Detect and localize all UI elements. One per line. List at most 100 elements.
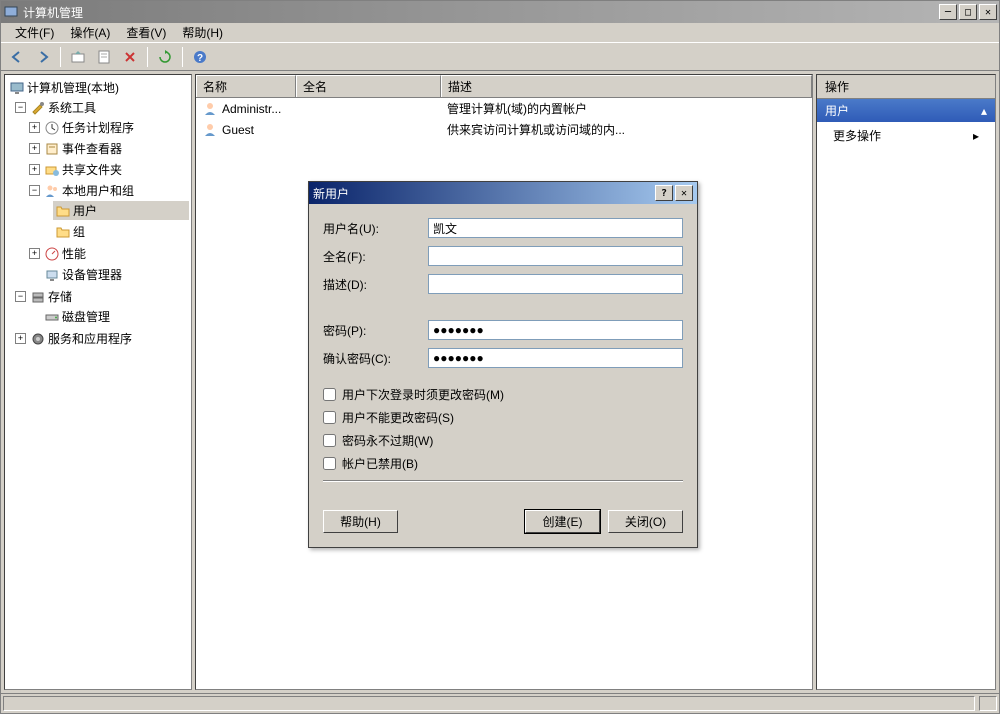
input-fullname[interactable] — [428, 246, 683, 266]
back-button[interactable] — [5, 45, 29, 69]
tree-label: 存储 — [48, 288, 72, 305]
actions-group-title[interactable]: 用户 ▴ — [817, 99, 995, 122]
share-icon — [44, 162, 60, 178]
tree-label: 共享文件夹 — [62, 161, 122, 178]
menu-action[interactable]: 操作(A) — [62, 22, 118, 43]
actions-more[interactable]: 更多操作 ▸ — [817, 122, 995, 149]
column-description[interactable]: 描述 — [441, 75, 812, 97]
disk-icon — [44, 309, 60, 325]
help-button[interactable]: 帮助(H) — [323, 510, 398, 533]
statusbar-section — [3, 696, 975, 711]
minimize-button[interactable]: ─ — [939, 4, 957, 20]
services-icon — [30, 331, 46, 347]
close-button[interactable]: ✕ — [979, 4, 997, 20]
tree-root[interactable]: 计算机管理(本地) — [7, 78, 189, 97]
tree-task-scheduler[interactable]: + 任务计划程序 — [27, 118, 189, 137]
tree-label: 磁盘管理 — [62, 308, 110, 325]
expand-icon[interactable]: + — [29, 248, 40, 259]
input-confirm[interactable] — [428, 348, 683, 368]
expand-icon[interactable]: + — [29, 164, 40, 175]
actions-group-label: 用户 — [825, 102, 849, 119]
up-button[interactable] — [66, 45, 90, 69]
new-user-dialog[interactable]: 新用户 ? ✕ 用户名(U): 全名(F): 描述(D): 密码(P): 确认密… — [308, 181, 698, 548]
folder-icon — [55, 203, 71, 219]
folder-icon — [55, 224, 71, 240]
check-disabled-row[interactable]: 帐户已禁用(B) — [323, 455, 683, 472]
tree-system-tools[interactable]: − 系统工具 — [13, 98, 189, 117]
tree-local-users-groups[interactable]: − 本地用户和组 — [27, 181, 189, 200]
dialog-buttons: 帮助(H) 创建(E) 关闭(O) — [309, 500, 697, 547]
tree-panel[interactable]: 计算机管理(本地) − 系统工具 + — [4, 74, 192, 690]
tree-performance[interactable]: + 性能 — [27, 244, 189, 263]
menu-file[interactable]: 文件(F) — [7, 22, 62, 43]
label-confirm: 确认密码(C): — [323, 350, 428, 367]
label-fullname: 全名(F): — [323, 248, 428, 265]
input-username[interactable] — [428, 218, 683, 238]
user-icon — [202, 101, 218, 117]
collapse-icon[interactable]: − — [15, 102, 26, 113]
collapse-icon[interactable]: − — [29, 185, 40, 196]
check-must-change[interactable] — [323, 388, 336, 401]
toolbar: ? — [1, 43, 999, 71]
list-header: 名称 全名 描述 — [196, 75, 812, 98]
tree-label: 计算机管理(本地) — [27, 79, 119, 96]
dialog-close-button[interactable]: ✕ — [675, 185, 693, 201]
check-never-expires-label: 密码永不过期(W) — [342, 432, 433, 449]
maximize-button[interactable]: □ — [959, 4, 977, 20]
actions-panel: 操作 用户 ▴ 更多操作 ▸ — [816, 74, 996, 690]
tree-label: 本地用户和组 — [62, 182, 134, 199]
clock-icon — [44, 120, 60, 136]
delete-button[interactable] — [118, 45, 142, 69]
tree-label: 性能 — [62, 245, 86, 262]
window-title: 计算机管理 — [23, 4, 939, 21]
input-description[interactable] — [428, 274, 683, 294]
computer-icon — [9, 80, 25, 96]
dialog-titlebar[interactable]: 新用户 ? ✕ — [309, 182, 697, 204]
expand-icon[interactable]: + — [29, 143, 40, 154]
check-must-change-label: 用户下次登录时须更改密码(M) — [342, 386, 504, 403]
check-must-change-row[interactable]: 用户下次登录时须更改密码(M) — [323, 386, 683, 403]
tree-device-manager[interactable]: 设备管理器 — [27, 265, 189, 284]
dialog-help-button[interactable]: ? — [655, 185, 673, 201]
window-controls: ─ □ ✕ — [939, 4, 997, 20]
check-never-expires-row[interactable]: 密码永不过期(W) — [323, 432, 683, 449]
check-cannot-change[interactable] — [323, 411, 336, 424]
help-button[interactable]: ? — [188, 45, 212, 69]
check-disabled[interactable] — [323, 457, 336, 470]
tree-groups[interactable]: 组 — [53, 222, 189, 241]
forward-button[interactable] — [31, 45, 55, 69]
input-password[interactable] — [428, 320, 683, 340]
check-cannot-change-row[interactable]: 用户不能更改密码(S) — [323, 409, 683, 426]
column-name[interactable]: 名称 — [196, 75, 296, 97]
list-row[interactable]: Administr... 管理计算机(域)的内置帐户 — [196, 98, 812, 119]
menu-help[interactable]: 帮助(H) — [174, 22, 231, 43]
statusbar — [1, 693, 999, 713]
tree-label: 设备管理器 — [62, 266, 122, 283]
tree-disk-management[interactable]: 磁盘管理 — [27, 307, 189, 326]
close-dialog-button[interactable]: 关闭(O) — [608, 510, 683, 533]
cell-name: Administr... — [222, 102, 281, 116]
tree-users[interactable]: 用户 — [53, 201, 189, 220]
tree-storage[interactable]: − 存储 — [13, 287, 189, 306]
titlebar[interactable]: 计算机管理 ─ □ ✕ — [1, 1, 999, 23]
tree-services-apps[interactable]: + 服务和应用程序 — [13, 329, 189, 348]
performance-icon — [44, 246, 60, 262]
column-fullname[interactable]: 全名 — [296, 75, 441, 97]
tree-event-viewer[interactable]: + 事件查看器 — [27, 139, 189, 158]
collapse-icon[interactable]: − — [15, 291, 26, 302]
check-disabled-label: 帐户已禁用(B) — [342, 455, 418, 472]
expand-icon[interactable]: + — [29, 122, 40, 133]
create-button[interactable]: 创建(E) — [525, 510, 600, 533]
tree-shared-folders[interactable]: + 共享文件夹 — [27, 160, 189, 179]
label-username: 用户名(U): — [323, 220, 428, 237]
refresh-button[interactable] — [153, 45, 177, 69]
tree-label: 任务计划程序 — [62, 119, 134, 136]
actions-body: 用户 ▴ 更多操作 ▸ — [817, 99, 995, 689]
check-never-expires[interactable] — [323, 434, 336, 447]
expand-icon[interactable]: + — [15, 333, 26, 344]
label-password: 密码(P): — [323, 322, 428, 339]
menu-view[interactable]: 查看(V) — [118, 22, 174, 43]
toolbar-separator — [147, 47, 148, 67]
list-row[interactable]: Guest 供来宾访问计算机或访问域的内... — [196, 119, 812, 140]
properties-button[interactable] — [92, 45, 116, 69]
